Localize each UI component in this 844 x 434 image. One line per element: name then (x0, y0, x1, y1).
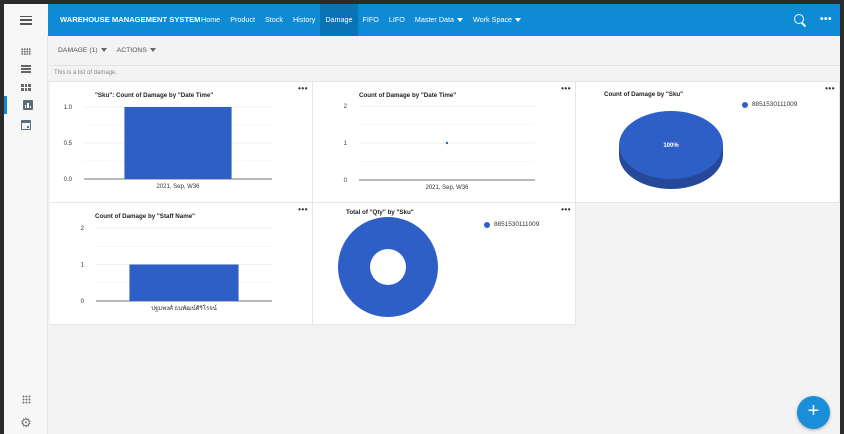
caret-down-icon (457, 18, 464, 23)
y-tick-label: 0 (344, 178, 348, 184)
top-icons: ••• (793, 4, 832, 36)
sidebar-item-apps[interactable] (4, 390, 48, 408)
y-tick-label: 1 (81, 263, 85, 269)
actions-menu[interactable]: ACTIONS (117, 47, 156, 54)
caret-down-icon (100, 48, 107, 53)
data-point (445, 141, 449, 145)
y-tick-label: 0.5 (64, 141, 73, 147)
sidebar-item-chart-view[interactable] (4, 96, 48, 114)
chart-sku-by-date: 1.0 0.5 0.0 2021, Sep, W36 (64, 105, 272, 190)
x-tick-label: ปฐมพงศ์ ธนพัฒน์ศิริโรจน์ (151, 304, 217, 312)
sidebar-item-list-view[interactable] (4, 60, 48, 78)
nav-product[interactable]: Product (225, 4, 260, 36)
apps-icon (21, 394, 31, 404)
y-tick-label: 2 (344, 104, 348, 110)
sidebar-item-tile-view[interactable] (4, 78, 48, 96)
sidebar-item-calendar-view[interactable] (4, 116, 48, 134)
add-button[interactable]: + (797, 396, 830, 429)
main-nav: Home Product Stock History Damage FIFO L… (196, 4, 526, 36)
app-title: WAREHOUSE MANAGEMENT SYSTEM (60, 15, 201, 24)
chart-damage-by-staff: 2 1 0 ปฐมพงศ์ ธนพัฒน์ศิริโรจน์ (81, 226, 272, 312)
caret-down-icon (149, 48, 156, 53)
chart-card-sku-by-date: "Sku": Count of Damage by "Date Time" ••… (50, 82, 313, 203)
chart-card-damage-by-staff: Count of Damage by "Staff Name" ••• 210ป… (50, 203, 313, 325)
chart-card-damage-by-date: Count of Damage by "Date Time" ••• 2 1 0 20… (313, 82, 576, 203)
page-description: This is a list of damage. (54, 70, 118, 76)
app-frame: WAREHOUSE MANAGEMENT SYSTEM Home Product… (4, 4, 840, 434)
sidebar: ⚙ (4, 36, 48, 434)
list-icon (21, 65, 31, 73)
bar (129, 264, 239, 301)
sub-toolbar: DAMAGE (1) ACTIONS (48, 36, 840, 66)
y-tick-label: 1 (344, 141, 348, 147)
nav-history[interactable]: History (288, 4, 320, 36)
nav-master-data[interactable]: Master Data (410, 4, 468, 36)
chart-card-damage-by-sku: Count of Damage by "Sku" ••• 88515301110… (576, 82, 840, 203)
bar (124, 107, 232, 179)
nav-lifo[interactable]: LIFO (384, 4, 410, 36)
tiles-icon (21, 83, 31, 91)
chart-card-qty-by-sku: Total of "Qty" by "Sku" ••• 885153011100… (313, 203, 576, 325)
gear-icon: ⚙ (20, 414, 32, 430)
donut-hole (370, 249, 406, 285)
grid-icon (21, 47, 31, 55)
calendar-icon (21, 120, 31, 130)
nav-work-space[interactable]: Work Space (468, 4, 526, 36)
nav-damage[interactable]: Damage (320, 4, 358, 36)
y-tick-label: 0.0 (64, 177, 73, 183)
y-tick-label: 1.0 (64, 105, 73, 111)
chart-qty-by-sku (338, 217, 438, 317)
chart-icon (22, 100, 33, 110)
view-select[interactable]: DAMAGE (1) (58, 47, 107, 54)
menu-button[interactable] (4, 4, 48, 36)
chart-damage-by-date: 2 1 0 2021, Sep, W36 (344, 104, 535, 191)
nav-home[interactable]: Home (196, 4, 225, 36)
caret-down-icon (515, 18, 522, 23)
top-bar: WAREHOUSE MANAGEMENT SYSTEM Home Product… (4, 4, 840, 36)
nav-stock[interactable]: Stock (260, 4, 288, 36)
sidebar-item-settings[interactable]: ⚙ (4, 413, 48, 431)
more-icon[interactable]: ••• (820, 15, 832, 25)
sidebar-item-grid-view[interactable] (4, 42, 48, 60)
nav-fifo[interactable]: FIFO (358, 4, 384, 36)
hamburger-icon (20, 15, 32, 25)
x-tick-label: 2021, Sep, W36 (156, 184, 200, 190)
search-icon[interactable] (793, 14, 806, 26)
y-tick-label: 2 (81, 226, 85, 232)
chart-damage-by-sku: 100% (619, 111, 723, 189)
slice-label: 100% (663, 143, 679, 149)
y-tick-label: 0 (81, 299, 85, 305)
x-tick-label: 2021, Sep, W36 (425, 185, 469, 191)
